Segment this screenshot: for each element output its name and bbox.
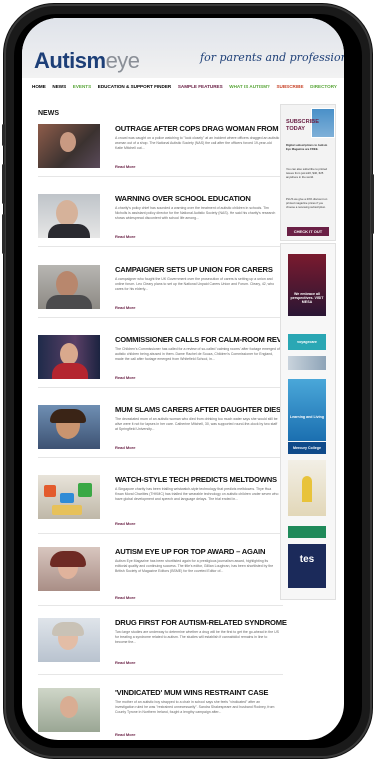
article-title[interactable]: OUTRAGE AFTER COPS DRAG WOMAN FROM SHOP bbox=[115, 124, 301, 133]
power-button bbox=[371, 174, 374, 234]
ad-banner-ribbon[interactable] bbox=[288, 460, 326, 516]
phone-screen: Autismeye for parents and professionals … bbox=[22, 18, 344, 740]
check-it-out-button[interactable]: CHECK IT OUT bbox=[287, 227, 329, 236]
read-more-link[interactable]: Read More bbox=[115, 521, 135, 526]
article-excerpt: A Singapore charity has been trialling w… bbox=[115, 487, 279, 502]
divider bbox=[38, 317, 283, 318]
nav-item-events[interactable]: EVENTS bbox=[73, 84, 91, 89]
article-excerpt: A charity's policy chief has sounded a w… bbox=[115, 206, 276, 221]
subscribe-body: You can also subscribe to printed issues… bbox=[286, 167, 328, 179]
masthead: Autismeye for parents and professionals bbox=[22, 18, 344, 78]
subscribe-intro: Digital subscriptions to Autism Eye Maga… bbox=[286, 143, 328, 151]
article-title[interactable]: AUTISM EYE UP FOR TOP AWARD – AGAIN bbox=[115, 547, 285, 556]
article-thumbnail[interactable] bbox=[38, 405, 100, 449]
subscribe-title-line: TODAY bbox=[286, 125, 305, 132]
site-tagline: for parents and professionals bbox=[200, 51, 344, 64]
divider bbox=[38, 246, 283, 247]
volume-up-button bbox=[2, 164, 5, 204]
nav-item-subscribe[interactable]: SUBSCRIBE bbox=[276, 84, 303, 89]
article-excerpt: A crowd was caught on a police watching … bbox=[115, 136, 280, 151]
article-thumbnail[interactable] bbox=[38, 475, 100, 519]
ad-text: Learning and Living bbox=[289, 415, 325, 419]
article-title[interactable]: WARNING OVER SCHOOL EDUCATION bbox=[115, 194, 285, 203]
read-more-link[interactable]: Read More bbox=[115, 305, 135, 310]
ad-text: voyagecare bbox=[297, 340, 317, 344]
nav-item-education-finder[interactable]: EDUCATION & SUPPORT FINDER bbox=[98, 84, 171, 89]
ad-banner-voyagecare[interactable]: voyagecare bbox=[288, 334, 326, 350]
article-thumbnail[interactable] bbox=[38, 335, 100, 379]
article-title[interactable]: COMMISSIONER CALLS FOR CALM-ROOM REVIEW bbox=[115, 335, 296, 344]
nav-item-sample-features[interactable]: SAMPLE FEATURES bbox=[178, 84, 223, 89]
divider bbox=[38, 674, 283, 675]
subscribe-plus: PLUS we give a 20% discount on printed m… bbox=[286, 197, 328, 209]
ad-banner[interactable] bbox=[288, 356, 326, 370]
read-more-link[interactable]: Read More bbox=[115, 595, 135, 600]
article-excerpt: The mother of an autistic boy strapped t… bbox=[115, 700, 275, 715]
volume-down-button bbox=[2, 214, 5, 254]
ad-banner[interactable] bbox=[288, 526, 326, 538]
read-more-link[interactable]: Read More bbox=[115, 660, 135, 665]
article-title[interactable]: CAMPAIGNER SETS UP UNION FOR CARERS bbox=[115, 265, 285, 274]
article-excerpt: The Children's Commissioner has called f… bbox=[115, 347, 280, 362]
section-title: NEWS bbox=[38, 110, 59, 117]
read-more-link[interactable]: Read More bbox=[115, 445, 135, 450]
read-more-link[interactable]: Read More bbox=[115, 732, 135, 737]
read-more-link[interactable]: Read More bbox=[115, 164, 135, 169]
article-excerpt: Autism Eye Magazine has been shortlisted… bbox=[115, 559, 274, 574]
mute-switch bbox=[2, 124, 5, 146]
article-title[interactable]: 'VINDICATED' MUM WINS RESTRAINT CASE bbox=[115, 688, 285, 697]
nav-item-directory[interactable]: DIRECTORY bbox=[310, 84, 337, 89]
ad-banner-mesa[interactable]: We embrace all perspectives. VISIT MESA bbox=[288, 254, 326, 316]
logo-eye: eye bbox=[105, 48, 140, 73]
ad-text: tes bbox=[299, 554, 315, 565]
article-thumbnail[interactable] bbox=[38, 194, 100, 238]
ad-text: We embrace all perspectives. VISIT MESA bbox=[290, 292, 324, 304]
article-excerpt: The devastated mum of an autistic woman … bbox=[115, 417, 278, 432]
divider bbox=[38, 387, 283, 388]
nav-item-home[interactable]: HOME bbox=[32, 84, 46, 89]
divider bbox=[38, 176, 283, 177]
article-title[interactable]: MUM SLAMS CARERS AFTER DAUGHTER DIES bbox=[115, 405, 285, 414]
subscribe-title-line: SUBSCRIBE bbox=[286, 119, 319, 125]
ad-banner-learning-living[interactable]: Learning and Living bbox=[288, 379, 326, 441]
article-excerpt: A campaigner who fought the UK Governmen… bbox=[115, 277, 275, 292]
ad-banner-tes[interactable]: tes bbox=[288, 544, 326, 588]
sidebar-ads: We embrace all perspectives. VISIT MESA … bbox=[280, 243, 336, 600]
article-excerpt: Two large studies are underway to determ… bbox=[115, 630, 280, 645]
subscribe-box: SUBSCRIBE TODAY Digital subscriptions to… bbox=[280, 104, 336, 241]
ad-banner-mercury-college[interactable]: Mercury College bbox=[288, 442, 326, 454]
read-more-link[interactable]: Read More bbox=[115, 375, 135, 380]
nav-item-what-is-autism[interactable]: WHAT IS AUTISM? bbox=[229, 84, 270, 89]
ribbon-icon bbox=[302, 476, 312, 502]
divider bbox=[38, 533, 283, 534]
divider bbox=[38, 457, 283, 458]
nav-item-news[interactable]: NEWS bbox=[52, 84, 66, 89]
main-nav: HOME NEWS EVENTS EDUCATION & SUPPORT FIN… bbox=[32, 80, 337, 92]
article-thumbnail[interactable] bbox=[38, 124, 100, 168]
read-more-link[interactable]: Read More bbox=[115, 234, 135, 239]
ad-text: Mercury College bbox=[293, 446, 321, 450]
article-thumbnail[interactable] bbox=[38, 547, 100, 591]
subscribe-title: SUBSCRIBE TODAY bbox=[286, 119, 319, 132]
logo-main: Autism bbox=[34, 48, 106, 73]
article-thumbnail[interactable] bbox=[38, 618, 100, 662]
article-thumbnail[interactable] bbox=[38, 688, 100, 732]
divider bbox=[38, 605, 283, 606]
site-logo[interactable]: Autismeye bbox=[34, 48, 140, 74]
article-title[interactable]: WATCH-STYLE TECH PREDICTS MELTDOWNS bbox=[115, 475, 285, 484]
article-title[interactable]: DRUG FIRST FOR AUTISM-RELATED SYNDROME bbox=[115, 618, 287, 627]
article-thumbnail[interactable] bbox=[38, 265, 100, 309]
